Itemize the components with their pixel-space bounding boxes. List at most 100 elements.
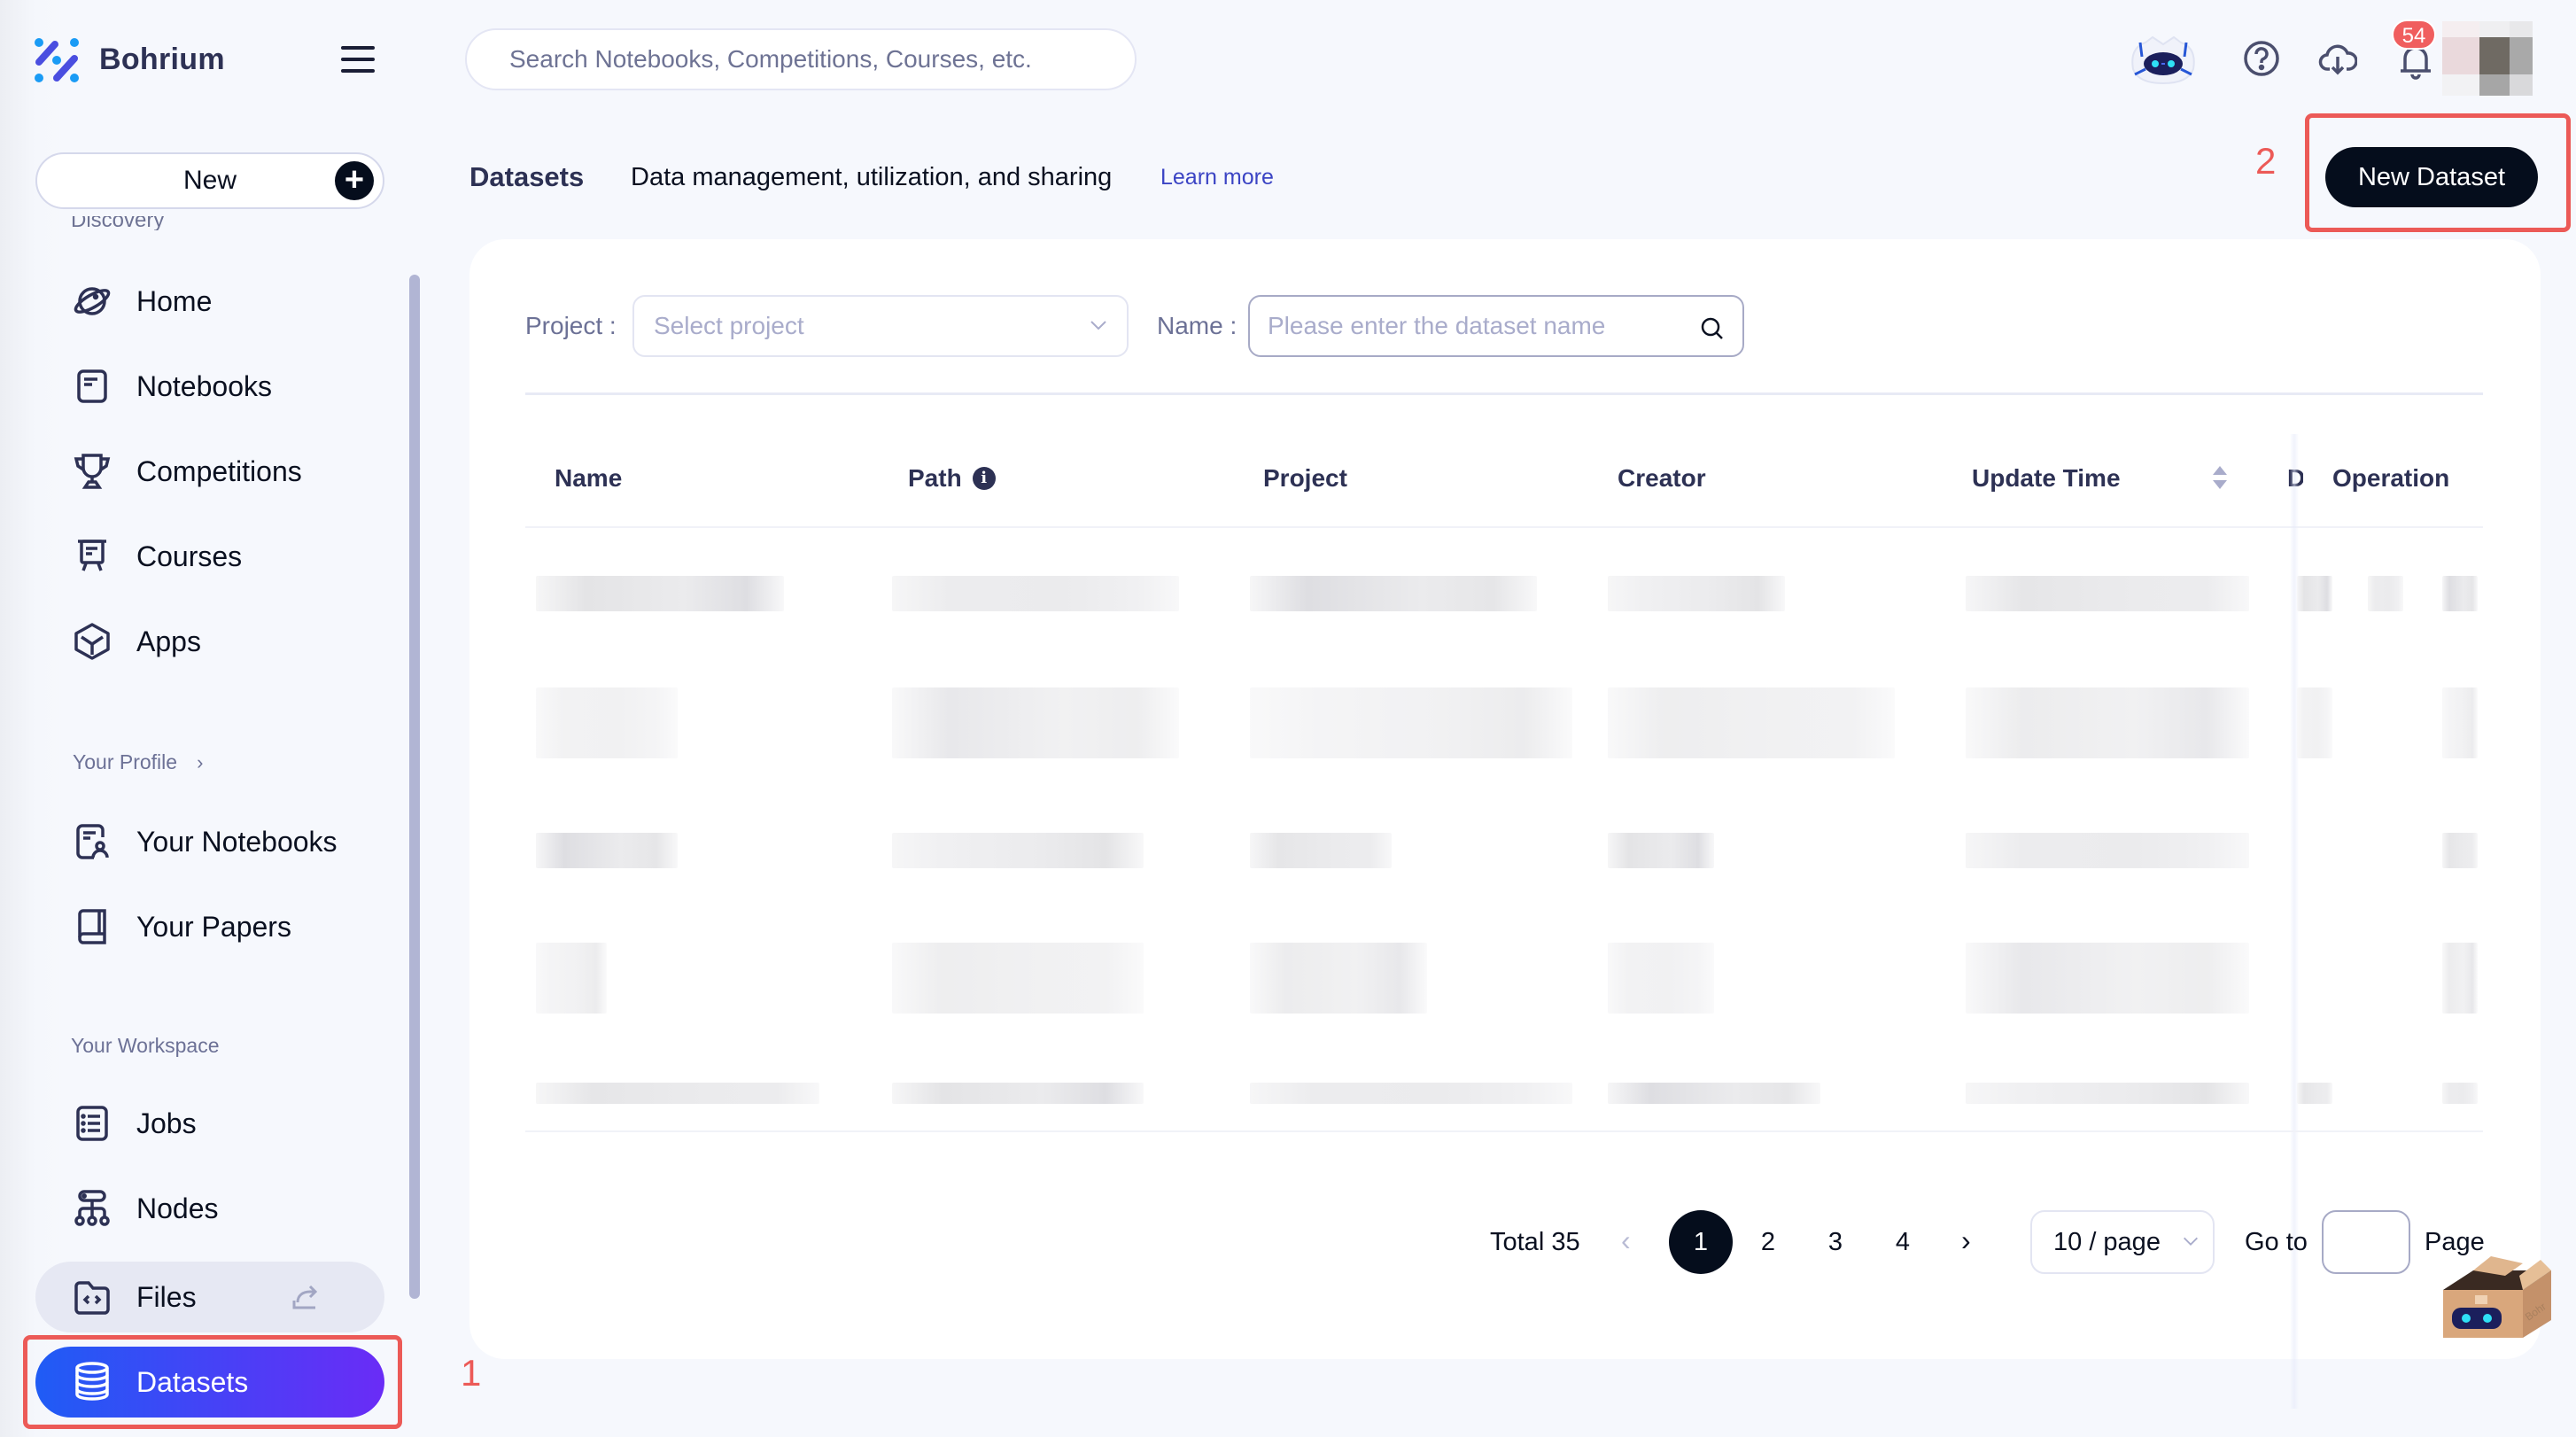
sort-icon[interactable] bbox=[2211, 464, 2229, 491]
sidebar-item-label: Apps bbox=[136, 625, 201, 657]
redacted-cell bbox=[536, 833, 678, 868]
trophy-icon bbox=[73, 452, 112, 491]
sidebar-item-label: Courses bbox=[136, 540, 243, 572]
new-button[interactable]: New + bbox=[35, 152, 384, 209]
table-row[interactable] bbox=[525, 943, 2483, 1014]
chevron-right-icon: › bbox=[197, 751, 204, 773]
sidebar-item-files[interactable]: Files bbox=[35, 1262, 384, 1332]
info-icon[interactable]: i bbox=[972, 467, 996, 490]
page-size-select[interactable]: 10 / page bbox=[2030, 1210, 2215, 1274]
table-row[interactable] bbox=[525, 833, 2483, 868]
next-page-icon[interactable]: › bbox=[1961, 1224, 1971, 1257]
redacted-cell bbox=[536, 687, 678, 758]
list-icon bbox=[73, 1104, 112, 1143]
helper-mascot-box-icon[interactable]: Bohr bbox=[2434, 1254, 2558, 1340]
table-bottom-divider bbox=[525, 1130, 2483, 1132]
sidebar-item-notebooks[interactable]: Notebooks bbox=[35, 351, 384, 422]
sidebar-item-nodes[interactable]: Nodes bbox=[35, 1173, 384, 1244]
goto-page-input[interactable] bbox=[2322, 1210, 2410, 1274]
redacted-cell bbox=[1250, 687, 1572, 758]
column-header-update-time[interactable]: Update Time bbox=[1972, 464, 2121, 493]
name-filter-label: Name : bbox=[1157, 312, 1238, 339]
page-button-3[interactable]: 3 bbox=[1804, 1210, 1867, 1274]
column-header-path: Path i bbox=[908, 464, 996, 493]
table-row[interactable] bbox=[525, 687, 2483, 758]
sidebar-item-label: Your Notebooks bbox=[136, 825, 338, 858]
global-search-input[interactable] bbox=[509, 45, 1135, 74]
page-button-2[interactable]: 2 bbox=[1736, 1210, 1800, 1274]
redacted-cell bbox=[2297, 687, 2332, 758]
search-icon[interactable] bbox=[1700, 316, 1725, 341]
sidebar-item-your-papers[interactable]: Your Papers bbox=[35, 891, 384, 962]
annotation-box-2 bbox=[2305, 113, 2571, 232]
global-search[interactable] bbox=[465, 28, 1137, 90]
column-header-name: Name bbox=[555, 464, 623, 492]
user-avatar[interactable] bbox=[2442, 21, 2533, 96]
sidebar-scrollbar[interactable] bbox=[409, 275, 420, 1299]
column-header-creator: Creator bbox=[1618, 464, 1706, 492]
table-row[interactable] bbox=[525, 1083, 2483, 1104]
redacted-cell bbox=[1966, 943, 2249, 1014]
annotation-number-1: 1 bbox=[461, 1352, 482, 1394]
sidebar-item-home[interactable]: Home bbox=[35, 266, 384, 337]
node-tree-icon bbox=[73, 1189, 112, 1228]
dataset-name-input[interactable] bbox=[1268, 312, 1675, 340]
filter-divider bbox=[525, 392, 2483, 395]
dataset-name-field[interactable] bbox=[1248, 295, 1744, 357]
project-select[interactable]: Select project bbox=[632, 295, 1129, 357]
sidebar-item-your-notebooks[interactable]: Your Notebooks bbox=[35, 806, 384, 877]
sidebar-item-apps[interactable]: Apps bbox=[35, 606, 384, 677]
project-select-placeholder: Select project bbox=[654, 312, 804, 339]
your-profile-link[interactable]: Your Profile › bbox=[73, 750, 203, 774]
redacted-cell bbox=[536, 576, 784, 611]
annotation-number-2: 2 bbox=[2255, 140, 2277, 182]
chevron-down-icon bbox=[1090, 321, 1106, 330]
section-label-workspace: Your Workspace bbox=[71, 1034, 220, 1057]
help-icon[interactable] bbox=[2242, 39, 2281, 78]
planet-icon bbox=[73, 282, 112, 321]
menu-toggle-icon[interactable] bbox=[341, 46, 375, 73]
plus-icon: + bbox=[335, 161, 374, 200]
table-row[interactable] bbox=[525, 576, 2483, 611]
annotation-box-1 bbox=[23, 1335, 402, 1429]
sidebar-item-jobs[interactable]: Jobs bbox=[35, 1088, 384, 1159]
cube-icon bbox=[73, 622, 112, 661]
redacted-cell bbox=[892, 576, 1179, 611]
table-header-divider bbox=[525, 526, 2483, 528]
page-button-1[interactable]: 1 bbox=[1669, 1210, 1733, 1274]
learn-more-link[interactable]: Learn more bbox=[1160, 165, 1274, 190]
sidebar-item-courses[interactable]: Courses bbox=[35, 521, 384, 592]
datasets-card bbox=[469, 239, 2541, 1359]
brand-name: Bohrium bbox=[99, 43, 225, 76]
redacted-cell bbox=[536, 1083, 819, 1104]
page-button-4[interactable]: 4 bbox=[1871, 1210, 1935, 1274]
redacted-cell bbox=[2442, 833, 2478, 868]
redacted-cell bbox=[892, 687, 1179, 758]
redacted-cell bbox=[1966, 833, 2249, 868]
section-label-discovery: Discovery bbox=[71, 216, 165, 230]
redacted-cell bbox=[536, 943, 607, 1014]
ai-assistant-robot-icon[interactable] bbox=[2126, 30, 2200, 87]
new-button-label: New bbox=[182, 166, 237, 195]
redacted-cell bbox=[1608, 833, 1714, 868]
chevron-down-icon bbox=[2184, 1237, 2198, 1246]
redacted-cell bbox=[1966, 576, 2249, 611]
redacted-cell bbox=[1250, 576, 1537, 611]
prev-page-icon[interactable]: ‹ bbox=[1621, 1224, 1631, 1257]
redacted-cell bbox=[1608, 687, 1895, 758]
sidebar-item-label: Nodes bbox=[136, 1192, 219, 1224]
redacted-cell bbox=[1250, 943, 1427, 1014]
redacted-cell bbox=[1608, 1083, 1820, 1104]
redacted-cell bbox=[1250, 1083, 1572, 1104]
sidebar-item-label: Jobs bbox=[136, 1107, 197, 1139]
code-folder-icon bbox=[73, 1278, 112, 1317]
redacted-cell bbox=[892, 833, 1144, 868]
sidebar-item-competitions[interactable]: Competitions bbox=[35, 436, 384, 507]
redacted-cell bbox=[2442, 687, 2478, 758]
redacted-cell bbox=[2442, 576, 2478, 611]
sidebar-item-label: Files bbox=[136, 1280, 197, 1313]
book-icon bbox=[73, 907, 112, 946]
page-label: Page bbox=[2425, 1228, 2485, 1256]
cloud-download-icon[interactable] bbox=[2318, 39, 2357, 78]
external-link-icon bbox=[292, 1285, 318, 1309]
